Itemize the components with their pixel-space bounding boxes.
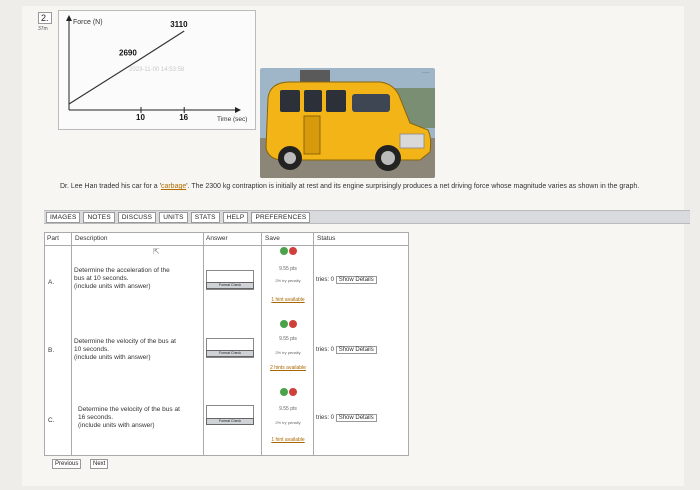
- row-b-status: tries: 0 Show Details: [316, 346, 377, 354]
- previous-button[interactable]: Previous: [52, 459, 82, 469]
- row-a-penalty: 2% try penalty: [275, 278, 301, 283]
- row-c-label: C.: [48, 417, 55, 424]
- bus-image: [260, 68, 435, 178]
- x-axis-arrow: [235, 107, 241, 113]
- tab-help[interactable]: HELP: [222, 211, 249, 223]
- row-b-format-check-button[interactable]: Format Check: [206, 350, 254, 357]
- row-c-show-details-button[interactable]: Show Details: [335, 414, 377, 422]
- tab-preferences[interactable]: PREFERENCES: [251, 211, 311, 223]
- barcode-text: ....: [422, 68, 430, 75]
- row-b-desc-line2: 10 seconds.: [74, 346, 110, 353]
- row-a-tries: tries: 0: [316, 277, 335, 283]
- row-c-desc-line2: 16 seconds.: [78, 414, 114, 421]
- row-a-description: Determine the acceleration of the bus at…: [74, 267, 206, 291]
- header-description: Description: [75, 235, 108, 242]
- row-c-desc-line3: (include units with answer): [78, 422, 155, 429]
- row-b-show-details-button[interactable]: Show Details: [335, 346, 377, 354]
- row-a-hint-link[interactable]: 1 hint available: [262, 297, 314, 303]
- cursor-icon: ⇱: [153, 247, 160, 256]
- row-b-label: B.: [48, 347, 55, 354]
- x-axis-label: Time (sec): [217, 116, 247, 123]
- x-tick-label: 16: [179, 113, 188, 122]
- row-a-show-details-button[interactable]: Show Details: [335, 276, 377, 284]
- row-b-description: Determine the velocity of the bus at 10 …: [74, 338, 206, 362]
- question-subnumber: 37m: [38, 26, 48, 32]
- force-time-graph: Force (N) Time (sec) 10 16 2690 3110 2023-11-0…: [58, 10, 256, 130]
- row-b-tries: tries: 0: [316, 347, 335, 353]
- problem-suffix: '. The 2300 kg contraption is initially …: [186, 183, 640, 190]
- watermark-text: 2023-11-00 14:53:58: [129, 67, 185, 73]
- force-chart-svg: Force (N) Time (sec) 10 16 2690 3110 2023-11-0…: [66, 15, 247, 123]
- delete-icon[interactable]: [288, 320, 297, 328]
- row-a-desc-line2: bus at 10 seconds.: [74, 275, 129, 282]
- point-label: 2690: [119, 49, 137, 58]
- row-b-save-column: 9.55 pts 2% try penalty 2 hints availabl…: [262, 317, 314, 371]
- row-c-points: 9.55 pts: [279, 406, 297, 412]
- tab-bar: IMAGES NOTES DISCUSS UNITS STATS HELP PR…: [44, 210, 690, 224]
- row-b-hint-link[interactable]: 2 hints available: [262, 365, 314, 371]
- row-a-desc-line1: Determine the acceleration of the: [74, 267, 170, 274]
- row-a-status: tries: 0 Show Details: [316, 276, 377, 284]
- tab-images[interactable]: IMAGES: [46, 211, 81, 223]
- row-a-label: A.: [48, 279, 55, 286]
- row-b-desc-line3: (include units with answer): [74, 354, 151, 361]
- row-a-points: 9.55 pts: [279, 266, 297, 272]
- col-divider: [71, 233, 72, 455]
- header-answer: Answer: [206, 235, 228, 242]
- row-c-description: Determine the velocity of the bus at 16 …: [78, 406, 210, 430]
- row-c-format-check-button[interactable]: Format Check: [206, 418, 254, 425]
- x-tick-label: 10: [136, 113, 145, 122]
- tab-notes[interactable]: NOTES: [83, 211, 115, 223]
- row-a-save-column: 9.55 pts 2% try penalty 1 hint available: [262, 244, 314, 303]
- row-c-hint-link[interactable]: 1 hint available: [262, 437, 314, 443]
- delete-icon[interactable]: [288, 388, 297, 396]
- row-b-desc-line1: Determine the velocity of the bus at: [74, 338, 176, 345]
- row-a-format-check-button[interactable]: Format Check: [206, 282, 254, 289]
- row-a-desc-line3: (include units with answer): [74, 283, 151, 290]
- tab-units[interactable]: UNITS: [159, 211, 188, 223]
- row-c-status: tries: 0 Show Details: [316, 414, 377, 422]
- next-button[interactable]: Next: [90, 459, 109, 469]
- header-status: Status: [317, 235, 336, 242]
- save-icon[interactable]: [279, 388, 288, 396]
- row-b-points: 9.55 pts: [279, 336, 297, 342]
- y-axis-label: Force (N): [73, 19, 103, 26]
- carbage-link[interactable]: carbage: [161, 183, 186, 190]
- header-part: Part: [47, 235, 59, 242]
- problem-prefix: Dr. Lee Han traded his car for a ': [60, 183, 161, 190]
- question-number: 2.: [38, 12, 52, 24]
- row-c-penalty: 2% try penalty: [275, 420, 301, 425]
- delete-icon[interactable]: [288, 247, 297, 255]
- row-c-desc-line1: Determine the velocity of the bus at: [78, 406, 180, 413]
- row-c-save-column: 9.55 pts 2% try penalty 1 hint available: [262, 385, 314, 443]
- tab-discuss[interactable]: DISCUSS: [117, 211, 157, 223]
- save-icon[interactable]: [279, 320, 288, 328]
- y-axis-arrow: [66, 15, 72, 21]
- tab-stats[interactable]: STATS: [190, 211, 220, 223]
- row-b-penalty: 2% try penalty: [275, 350, 301, 355]
- row-c-tries: tries: 0: [316, 415, 335, 421]
- problem-statement: Dr. Lee Han traded his car for a 'carbag…: [60, 182, 670, 191]
- save-icon[interactable]: [279, 247, 288, 255]
- point-label: 3110: [170, 20, 188, 29]
